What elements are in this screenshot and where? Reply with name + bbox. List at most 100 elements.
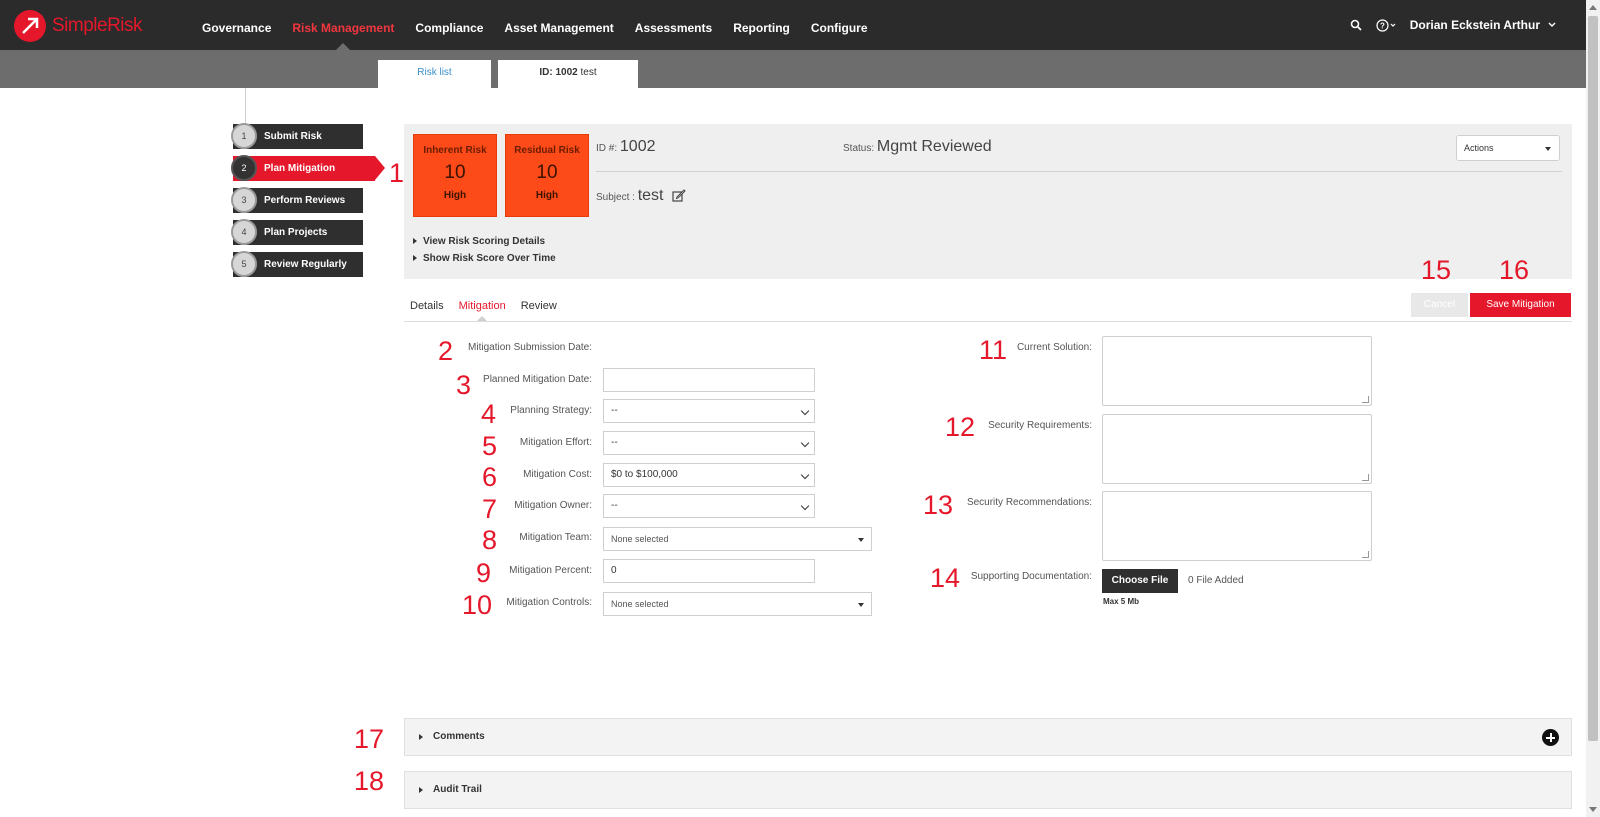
tab-risk-id[interactable]: ID: 1002 test [498,60,638,88]
chevron-down-icon [800,501,810,511]
cancel-button[interactable]: Cancel [1411,293,1468,317]
mitigation-owner-select[interactable]: -- [603,494,815,518]
scroll-up-arrow-icon[interactable] [1589,5,1597,10]
tab-mitigation[interactable]: Mitigation [459,300,506,312]
risk-id: ID #: 1002 [596,138,656,156]
mitigation-controls-value: None selected [611,599,669,609]
inherent-risk-value: 10 [444,162,466,183]
logo-text: SimpleRisk [52,15,143,36]
tab-risk-list[interactable]: Risk list [378,60,491,88]
inherent-risk-level: High [443,190,467,201]
caret-right-icon [419,734,423,740]
nav-asset-management[interactable]: Asset Management [504,0,613,50]
step-label: Submit Risk [264,131,322,142]
mitigation-team-multiselect[interactable]: None selected [603,527,872,551]
edit-icon[interactable] [672,189,686,205]
caret-down-icon [1545,147,1551,151]
audit-trail-accordion[interactable]: Audit Trail [404,771,1572,809]
nav-reporting[interactable]: Reporting [733,0,790,50]
comments-label: Comments [433,731,485,742]
mitigation-percent-label: Mitigation Percent: [509,565,592,576]
nav-assessments[interactable]: Assessments [635,0,712,50]
risk-status-label: Status: [843,143,875,154]
step-plan-mitigation[interactable]: 2 Plan Mitigation [231,155,385,181]
annotation-number: 8 [482,525,498,555]
mitigation-team-value: None selected [611,534,669,544]
annotation-number: 16 [1499,255,1530,285]
steps-connector [245,88,246,128]
risk-tabs: Details Mitigation Review [410,300,572,312]
annotation-number: 14 [930,563,961,593]
mitigation-controls-multiselect[interactable]: None selected [603,592,872,616]
current-solution-label: Current Solution: [1016,342,1092,353]
scroll-down-arrow-icon[interactable] [1589,807,1597,812]
actions-label: Actions [1464,143,1494,153]
caret-right-icon [419,787,423,793]
risk-subject: Subject : test [596,187,686,205]
annotation-number: 5 [482,431,498,461]
inherent-risk-label: Inherent Risk [423,145,487,156]
caret-down-icon [858,603,864,607]
workflow-steps: 1 Submit Risk 2 Plan Mitigation 3 Perfor… [231,123,385,284]
security-requirements-textarea[interactable] [1102,414,1372,484]
current-solution-textarea[interactable] [1102,336,1372,406]
nav-governance[interactable]: Governance [202,0,271,50]
mitigation-owner-label: Mitigation Owner: [514,500,592,511]
planned-date-input[interactable] [603,368,815,392]
nav-compliance[interactable]: Compliance [415,0,483,50]
help-icon[interactable]: ? [1376,18,1396,32]
risk-status-value: Mgmt Reviewed [876,138,992,155]
save-mitigation-button[interactable]: Save Mitigation [1470,293,1571,317]
file-added-text: 0 File Added [1188,575,1244,586]
add-comment-plus-icon[interactable] [1542,729,1559,746]
actions-dropdown[interactable]: Actions [1456,135,1560,161]
header-divider [596,171,1562,172]
step-perform-reviews[interactable]: 3 Perform Reviews [231,187,363,213]
step-submit-risk[interactable]: 1 Submit Risk [231,123,363,149]
simplerisk-logo-icon [14,10,46,42]
max-size-text: Max 5 Mb [1103,597,1140,606]
residual-risk-box: Residual Risk 10 High [505,134,589,217]
caret-right-icon [413,238,417,245]
tab-review[interactable]: Review [521,300,557,312]
step-number: 2 [231,155,257,181]
app-logo[interactable]: SimpleRisk [14,10,143,42]
view-risk-scoring-toggle[interactable]: View Risk Scoring Details [413,236,545,247]
audit-trail-label: Audit Trail [433,784,482,795]
tab-risk-id-label: ID: 1002 [539,67,578,78]
mitigation-cost-select[interactable]: $0 to $100,000 [603,463,815,487]
security-recommendations-textarea[interactable] [1102,491,1372,561]
step-plan-projects[interactable]: 4 Plan Projects [231,219,363,245]
chevron-down-icon[interactable] [1548,22,1556,28]
mitigation-effort-select[interactable]: -- [603,431,815,455]
page-scrollbar[interactable] [1586,0,1600,817]
risk-subject-value: test [637,187,664,204]
choose-file-button[interactable]: Choose File [1102,569,1178,593]
search-icon[interactable] [1350,19,1362,31]
nav-configure[interactable]: Configure [811,0,868,50]
annotation-number: 13 [923,490,954,520]
mitigation-effort-label: Mitigation Effort: [519,437,592,448]
chevron-down-icon [800,406,810,416]
show-risk-score-time-toggle[interactable]: Show Risk Score Over Time [413,253,556,264]
scroll-thumb[interactable] [1588,16,1598,741]
step-label: Review Regularly [264,259,347,270]
step-review-regularly[interactable]: 5 Review Regularly [231,251,363,277]
nav-risk-management[interactable]: Risk Management [292,0,394,50]
annotation-number: 11 [979,335,1008,365]
svg-text:?: ? [1380,21,1385,30]
annotation-number: 3 [456,370,472,400]
risk-id-value: 1002 [619,138,656,155]
mitigation-cost-label: Mitigation Cost: [523,469,592,480]
annotation-number: 18 [354,766,385,796]
planning-strategy-select[interactable]: -- [603,399,815,423]
submission-date-label: Mitigation Submission Date: [468,342,592,353]
annotation-number: 2 [438,336,454,366]
tab-details[interactable]: Details [410,300,444,312]
sub-navbar: Risk list ID: 1002 test [0,50,1586,88]
user-menu[interactable]: Dorian Eckstein Arthur [1410,18,1540,32]
mitigation-percent-input[interactable]: 0 [603,559,815,583]
comments-accordion[interactable]: Comments [404,718,1572,756]
annotation-number: 12 [945,412,976,442]
risk-subject-label: Subject : [596,192,635,203]
